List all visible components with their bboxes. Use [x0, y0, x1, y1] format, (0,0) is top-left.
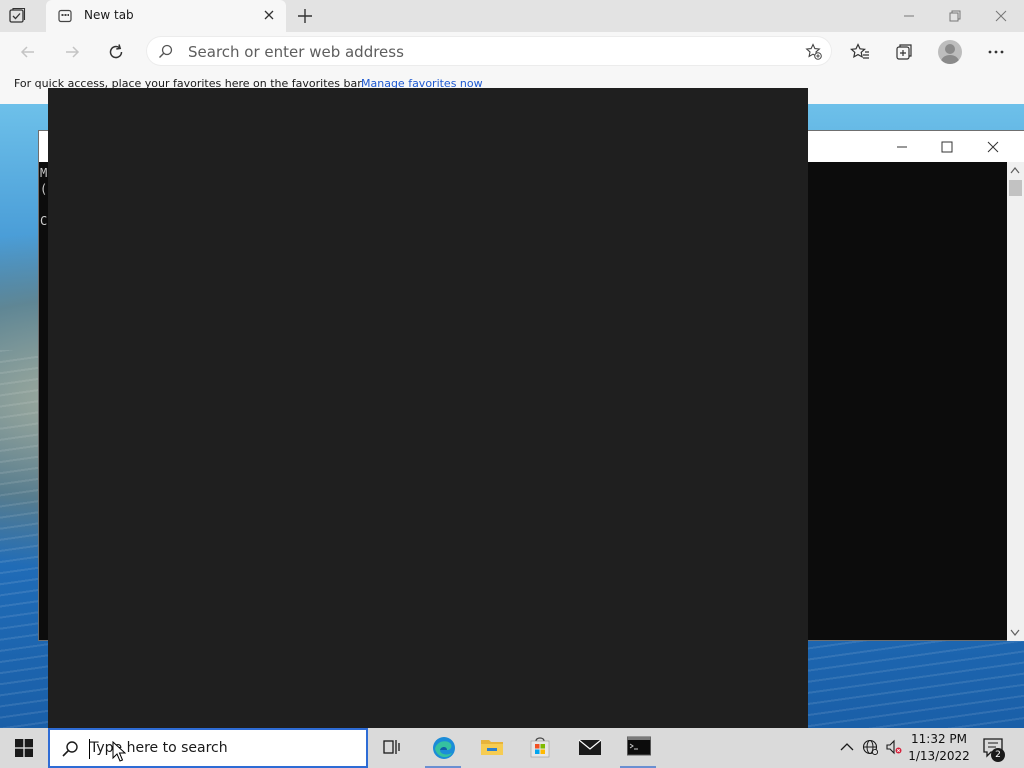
command-prompt-icon: [627, 736, 651, 756]
refresh-icon[interactable]: [106, 42, 126, 62]
new-tab-page-icon: [58, 9, 72, 23]
browser-minimize-button[interactable]: [886, 0, 932, 32]
console-line: (: [40, 182, 48, 196]
tab-title: New tab: [84, 8, 134, 22]
console-line: M: [40, 166, 48, 180]
add-favorite-star-icon[interactable]: [805, 43, 822, 60]
tab-actions-icon[interactable]: [8, 7, 26, 25]
start-button[interactable]: [0, 728, 48, 768]
clock-date: 1/13/2022: [908, 749, 970, 763]
scroll-thumb[interactable]: [1009, 180, 1022, 196]
console-maximize-icon[interactable]: [937, 137, 957, 157]
file-explorer-folder-icon: [481, 740, 503, 755]
taskbar-file-explorer-button[interactable]: [468, 728, 514, 768]
tab-strip: New tab: [0, 0, 1024, 32]
scroll-up-icon[interactable]: [1010, 166, 1020, 174]
taskbar-terminal-button[interactable]: [615, 728, 661, 768]
new-tab-plus-icon[interactable]: [296, 7, 314, 25]
search-icon: [62, 741, 78, 757]
system-clock[interactable]: 11:32 PM 1/13/2022: [908, 731, 970, 765]
console-line: C: [40, 214, 48, 228]
show-hidden-icons-chevron-icon[interactable]: [839, 739, 855, 755]
console-close-icon[interactable]: [983, 137, 1003, 157]
address-input[interactable]: Search or enter web address: [188, 43, 404, 61]
task-view-icon: [383, 740, 400, 754]
taskbar-store-button[interactable]: [517, 728, 563, 768]
browser-close-button[interactable]: [978, 0, 1024, 32]
task-view-button[interactable]: [368, 728, 414, 768]
address-bar[interactable]: Search or enter web address: [146, 36, 832, 66]
back-arrow-icon[interactable]: [18, 42, 38, 62]
scroll-down-icon[interactable]: [1010, 629, 1020, 637]
console-minimize-icon[interactable]: [892, 137, 912, 157]
taskbar-mail-button[interactable]: [566, 728, 612, 768]
taskbar: Type here to search 11:32 PM 1/13/2022: [0, 728, 1024, 768]
browser-restore-button[interactable]: [932, 0, 978, 32]
clock-time: 11:32 PM: [911, 732, 967, 746]
browser-toolbar: Search or enter web address: [0, 32, 1024, 72]
console-output: M ( C: [40, 165, 47, 229]
favorites-icon[interactable]: [850, 42, 870, 62]
console-scrollbar[interactable]: [1007, 162, 1024, 641]
mouse-pointer-icon: [112, 741, 126, 762]
close-icon: [995, 10, 1007, 22]
minimize-icon: [904, 15, 914, 17]
notification-count-badge: 2: [991, 748, 1005, 762]
search-icon: [159, 44, 173, 58]
collections-icon[interactable]: [894, 42, 914, 62]
profile-avatar[interactable]: [938, 40, 962, 64]
forward-arrow-icon[interactable]: [62, 42, 82, 62]
tab-close-icon[interactable]: [262, 8, 276, 22]
edge-browser-icon: [433, 737, 455, 759]
taskbar-search-box[interactable]: Type here to search: [48, 728, 368, 768]
restore-icon: [949, 10, 961, 22]
windows-logo-icon: [15, 739, 33, 757]
tab-new-tab[interactable]: New tab: [46, 0, 286, 32]
dark-overlay-panel[interactable]: [48, 88, 808, 728]
mail-envelope-icon: [578, 739, 602, 755]
more-options-icon[interactable]: [986, 42, 1006, 62]
volume-muted-icon[interactable]: [886, 739, 902, 755]
microsoft-store-icon: [530, 737, 550, 758]
search-placeholder: Type here to search: [90, 740, 228, 756]
network-globe-icon[interactable]: [862, 739, 878, 755]
taskbar-edge-button[interactable]: [420, 728, 466, 768]
